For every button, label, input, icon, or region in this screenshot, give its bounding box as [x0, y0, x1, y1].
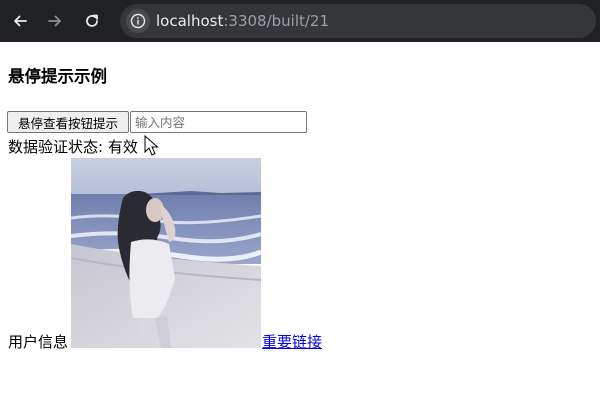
url-text: localhost:3308/built/21 — [156, 11, 329, 31]
validation-status: 数据验证状态: 有效 — [8, 138, 138, 156]
content-input[interactable] — [130, 111, 307, 133]
forward-button[interactable] — [42, 8, 68, 34]
back-button[interactable] — [7, 8, 33, 34]
address-bar[interactable]: localhost:3308/built/21 — [120, 4, 596, 38]
user-photo — [71, 158, 261, 348]
mouse-cursor-icon — [144, 135, 159, 156]
page-title: 悬停提示示例 — [8, 67, 107, 86]
user-info-label: 用户信息 — [8, 333, 69, 351]
reload-icon — [86, 14, 98, 27]
page-content: 悬停提示示例 悬停查看按钮提示 数据验证状态: 有效 用户信息 — [0, 42, 600, 400]
beach-photo-illustration — [71, 158, 261, 348]
arrow-right-icon — [48, 15, 61, 27]
url-path: :3308/built/21 — [223, 12, 330, 30]
hover-tooltip-button[interactable]: 悬停查看按钮提示 — [7, 111, 129, 133]
url-host: localhost — [156, 12, 224, 30]
info-icon — [130, 13, 146, 29]
reload-button[interactable] — [79, 8, 105, 34]
browser-toolbar: localhost:3308/built/21 — [0, 0, 600, 42]
arrow-left-icon — [14, 15, 27, 27]
site-info-button[interactable] — [126, 9, 150, 33]
important-link[interactable]: 重要链接 — [262, 332, 322, 352]
